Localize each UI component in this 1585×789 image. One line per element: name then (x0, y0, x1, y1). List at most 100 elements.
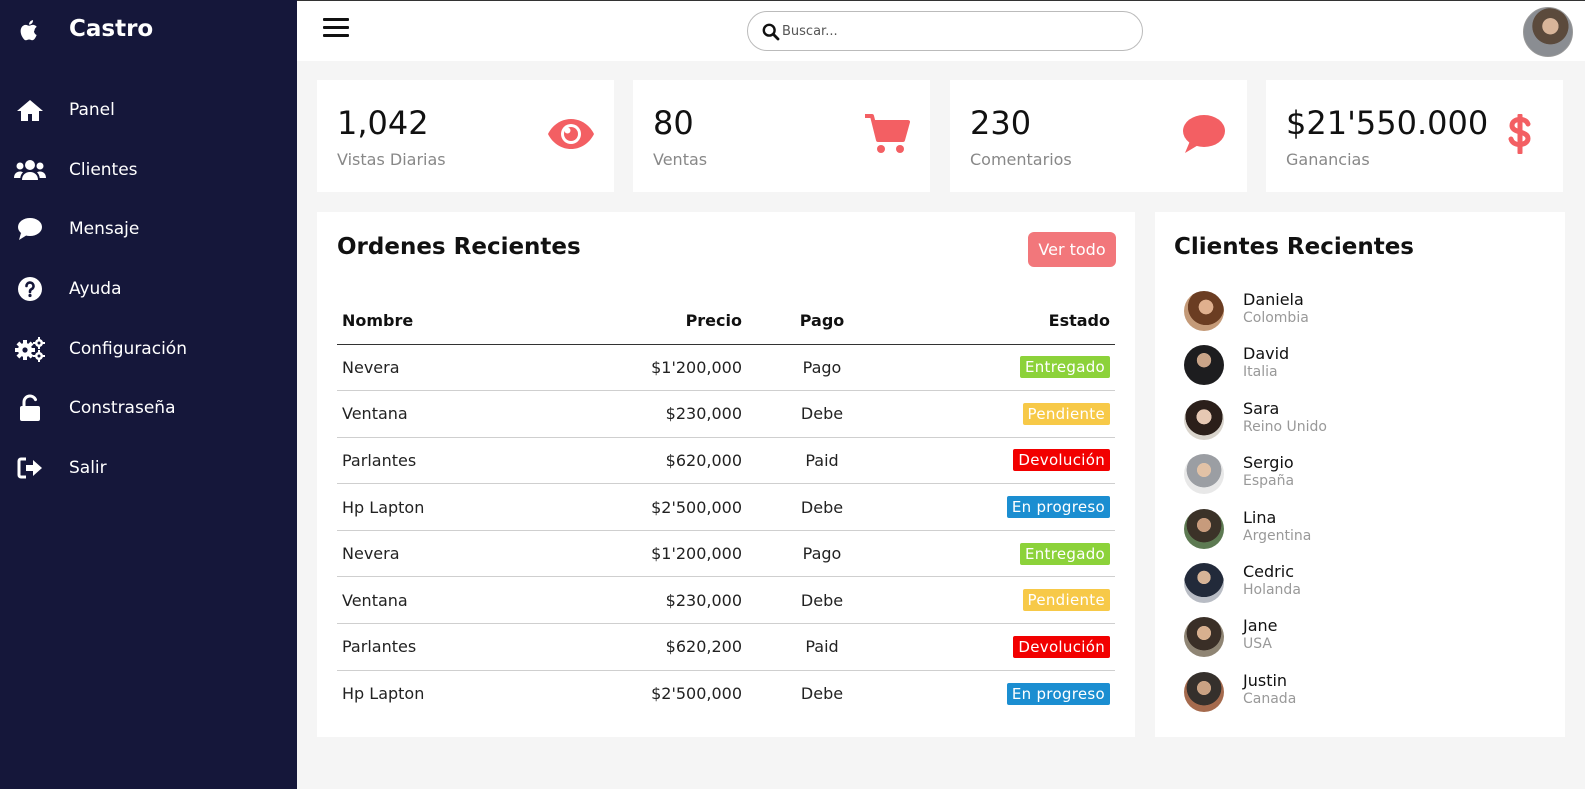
search-input[interactable] (782, 20, 1122, 42)
list-item[interactable]: Daniela Colombia (1184, 288, 1554, 338)
status-badge: Entregado (1019, 542, 1110, 565)
dollar-icon (1495, 112, 1545, 156)
card-sales[interactable]: 80 Ventas (633, 80, 930, 192)
table-row[interactable]: Ventana $230,000 Debe Pendiente (337, 576, 1115, 625)
sidebar-item-panel[interactable]: Panel (0, 80, 297, 140)
menu-toggle-button[interactable] (323, 18, 349, 44)
sidebar-item-salir[interactable]: Salir (0, 438, 297, 498)
order-name: Hp Lapton (337, 483, 547, 531)
search-box[interactable] (747, 11, 1143, 51)
search-icon (762, 23, 780, 41)
view-all-button[interactable]: Ver todo (1028, 232, 1116, 267)
brand-name: Castro (69, 16, 154, 42)
order-payment: Pago (747, 530, 897, 578)
user-avatar[interactable] (1523, 7, 1573, 57)
order-price: $2'500,000 (651, 684, 742, 704)
card-caption: Vistas Diarias (337, 150, 446, 169)
list-item[interactable]: Cedric Holanda (1184, 560, 1554, 610)
client-country: Canada (1243, 690, 1297, 707)
gears-icon (14, 333, 46, 365)
sidebar-item-ayuda[interactable]: Ayuda (0, 259, 297, 319)
sidebar-item-label: Configuración (69, 338, 187, 359)
table-row[interactable]: Parlantes $620,200 Paid Devolución (337, 623, 1115, 671)
sidebar-nav: Panel Clientes Mensaje Ayuda Configuraci… (0, 80, 297, 498)
cart-icon (862, 112, 912, 156)
recent-orders-panel: Ordenes Recientes Ver todo Nombre Precio… (317, 212, 1135, 737)
order-price: $620,200 (547, 623, 747, 671)
table-row[interactable]: Hp Lapton $2'500,000 Debe En progreso (337, 670, 1115, 717)
order-name: Nevera (337, 530, 547, 578)
card-daily-views[interactable]: 1,042 Vistas Diarias (317, 80, 614, 192)
orders-table-body: Nevera $1'200,000 Pago Entregado Ventana $230… (337, 344, 1115, 717)
order-name: Ventana (337, 576, 547, 625)
sidebar-item-mensaje[interactable]: Mensaje (0, 199, 297, 259)
order-name: Nevera (337, 344, 547, 392)
help-icon (14, 273, 46, 305)
comment-icon (1179, 112, 1229, 156)
order-payment: Paid (747, 623, 897, 671)
table-row[interactable]: Parlantes $620,000 Paid Devolución (337, 437, 1115, 485)
order-status-cell: Entregado (897, 344, 1115, 392)
column-header-name[interactable]: Nombre (337, 298, 547, 345)
order-name: Parlantes (337, 623, 547, 671)
card-number: 80 (653, 104, 694, 142)
table-row[interactable]: Ventana $230,000 Debe Pendiente (337, 390, 1115, 438)
eye-icon (546, 112, 596, 156)
order-payment: Paid (747, 437, 897, 485)
card-earnings[interactable]: $21'550.000 Ganancias (1266, 80, 1563, 192)
client-name: Cedric (1243, 562, 1294, 581)
order-status-cell: En progreso (897, 483, 1115, 531)
order-status-cell: Pendiente (897, 576, 1115, 625)
order-payment: Debe (747, 390, 897, 438)
status-badge: En progreso (1006, 496, 1110, 519)
order-payment: Debe (747, 576, 897, 625)
list-item[interactable]: Sara Reino Unido (1184, 397, 1554, 447)
column-header-status[interactable]: Estado (897, 298, 1115, 345)
list-item[interactable]: Justin Canada (1184, 669, 1554, 719)
client-country: USA (1243, 636, 1272, 653)
table-header-row: Nombre Precio Pago Estado (337, 298, 1115, 345)
avatar (1184, 345, 1224, 386)
card-caption: Ventas (653, 150, 708, 169)
list-item[interactable]: Jane USA (1184, 614, 1554, 664)
sidebar-item-contrasena[interactable]: Constraseña (0, 378, 297, 438)
column-header-price[interactable]: Precio (547, 298, 747, 345)
clients-title: Clientes Recientes (1174, 234, 1414, 260)
list-item[interactable]: David Italia (1184, 342, 1554, 392)
table-row[interactable]: Nevera $1'200,000 Pago Entregado (337, 344, 1115, 392)
menu-bar (323, 26, 349, 29)
brand[interactable]: Castro (16, 12, 153, 48)
avatar (1184, 671, 1224, 712)
table-row[interactable]: Hp Lapton $2'500,000 Debe En progreso (337, 483, 1115, 531)
card-comments[interactable]: 230 Comentarios (950, 80, 1247, 192)
recent-clients-panel: Clientes Recientes Daniela Colombia David I… (1155, 212, 1565, 737)
avatar (1184, 508, 1224, 549)
client-country: España (1243, 473, 1295, 490)
order-name: Hp Lapton (342, 684, 425, 704)
table-row[interactable]: Nevera $1'200,000 Pago Entregado (337, 530, 1115, 578)
order-status-cell: Devolución (897, 623, 1115, 671)
card-number: 1,042 (337, 104, 429, 142)
client-name: Daniela (1243, 290, 1304, 309)
list-item[interactable]: Sergio España (1184, 451, 1554, 501)
card-caption: Comentarios (970, 150, 1072, 169)
sidebar-item-configuracion[interactable]: Configuración (0, 319, 297, 379)
list-item[interactable]: Lina Argentina (1184, 506, 1554, 556)
client-name: Sergio (1243, 453, 1294, 473)
sidebar: Castro Panel Clientes Mensaje Ayuda Conf… (0, 0, 297, 789)
client-name: Sara (1243, 398, 1280, 418)
order-name: Parlantes (337, 437, 547, 485)
status-badge: Devolución (1013, 635, 1110, 658)
order-payment: Debe (747, 483, 897, 531)
order-price: $620,000 (547, 437, 747, 485)
order-status-cell: Entregado (897, 530, 1115, 578)
order-name: Ventana (337, 390, 547, 438)
client-country: Colombia (1243, 310, 1309, 326)
client-name: Justin (1243, 670, 1288, 690)
unlock-icon (14, 392, 46, 424)
column-header-payment[interactable]: Pago (747, 298, 897, 345)
status-badge: Pendiente (1022, 402, 1110, 425)
users-icon (14, 154, 46, 186)
orders-title: Ordenes Recientes (337, 234, 581, 260)
sidebar-item-clientes[interactable]: Clientes (0, 140, 297, 200)
